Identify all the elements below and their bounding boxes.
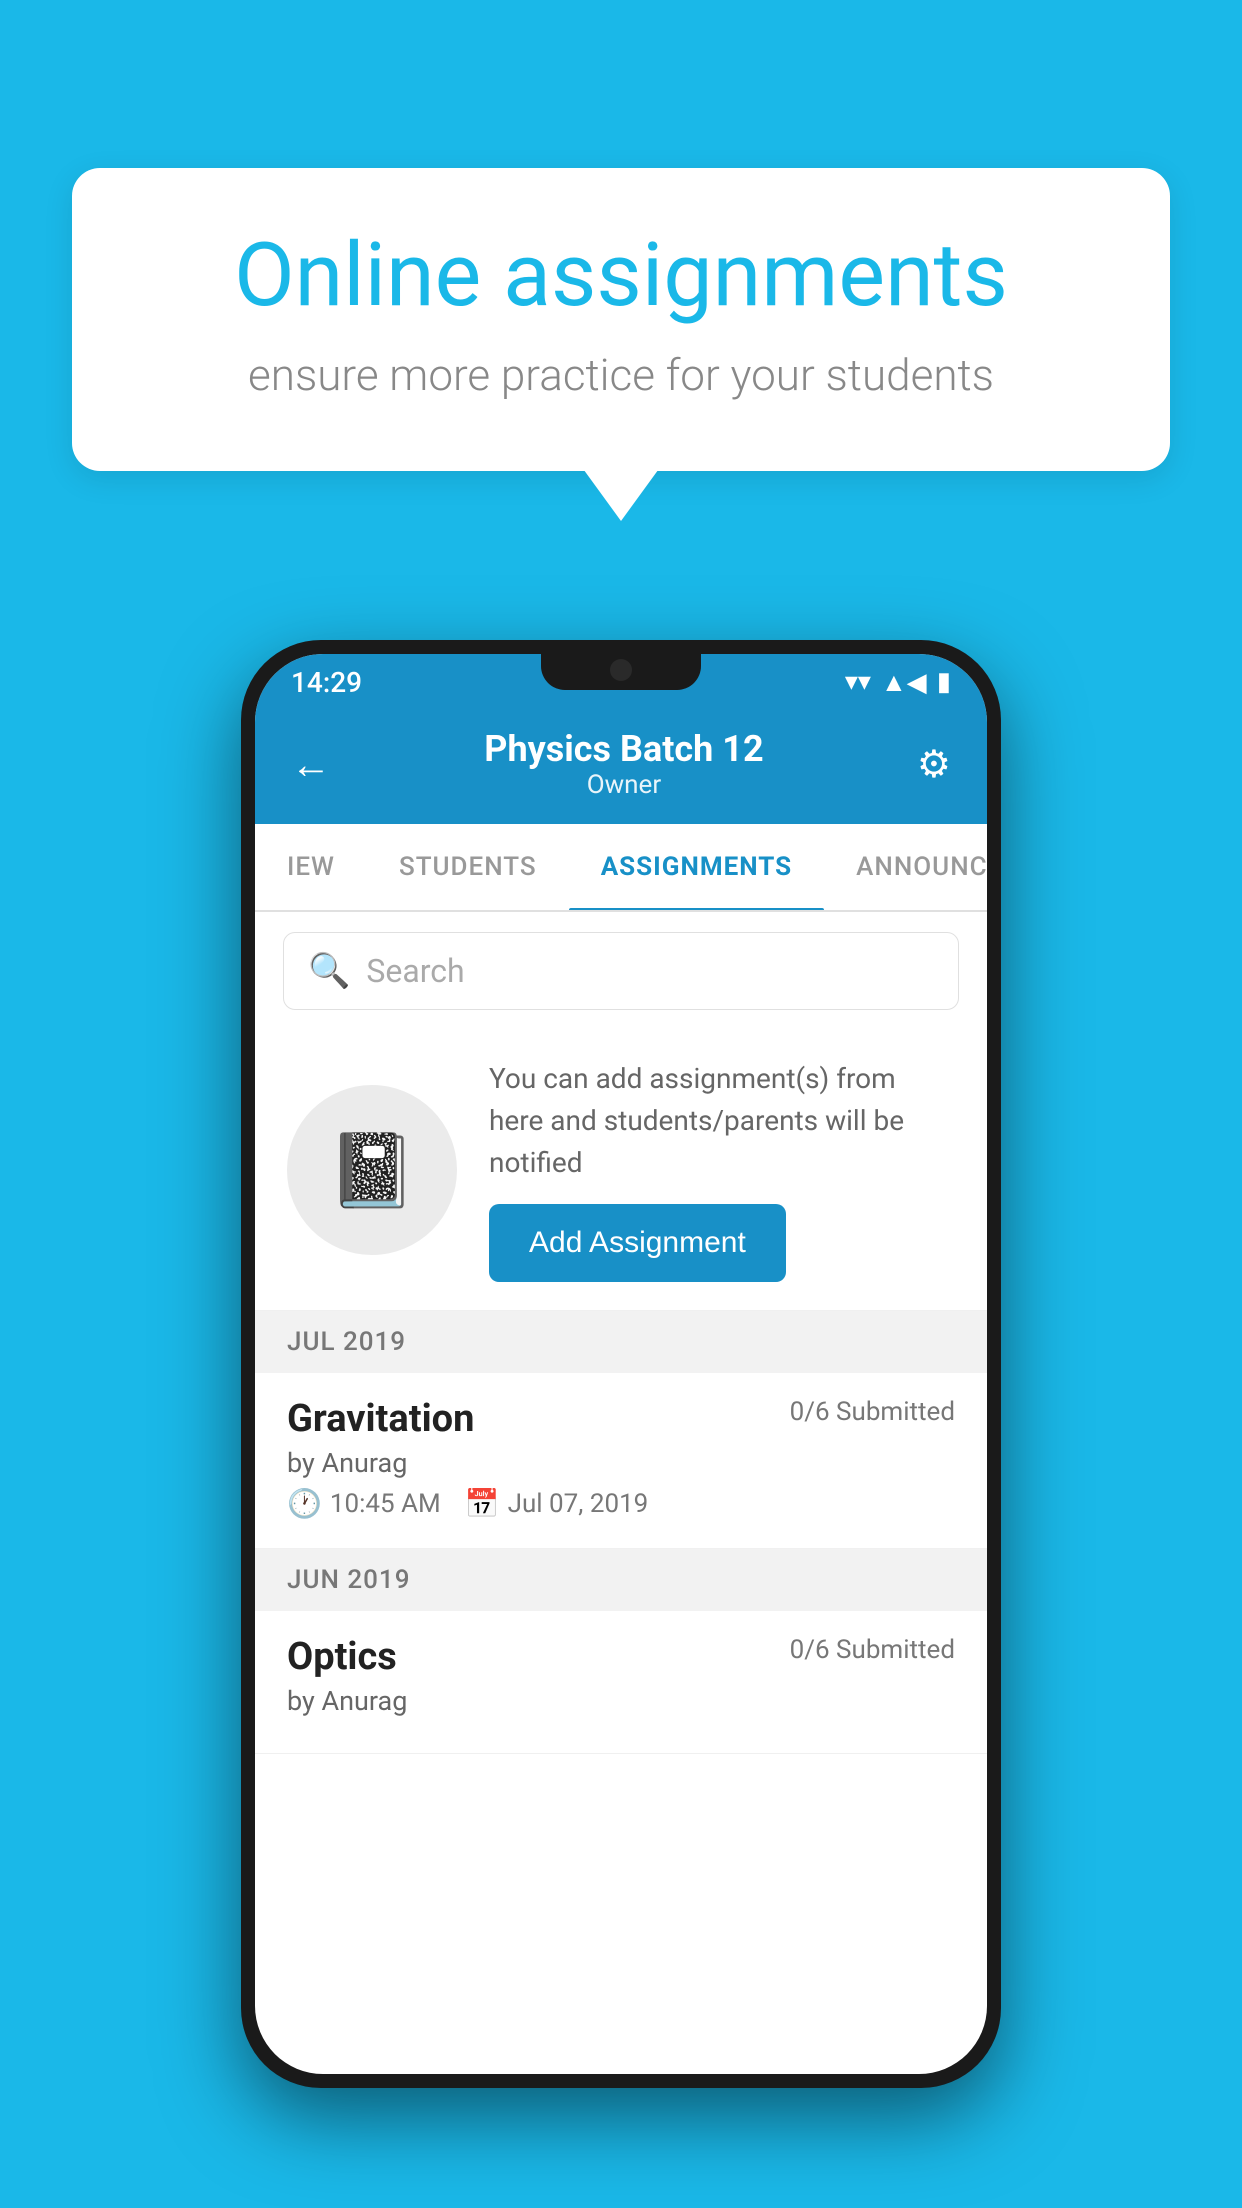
assignment-title-gravitation: Gravitation (287, 1397, 474, 1441)
search-box[interactable]: 🔍 Search (283, 932, 959, 1010)
speech-bubble: Online assignments ensure more practice … (72, 168, 1170, 471)
search-placeholder: Search (366, 952, 464, 990)
tab-assignments[interactable]: ASSIGNMENTS (569, 824, 824, 910)
assignment-top: Gravitation 0/6 Submitted (287, 1397, 955, 1441)
header-title: Physics Batch 12 (484, 728, 763, 770)
wifi-icon: ▾▾ (845, 667, 871, 697)
header-subtitle: Owner (484, 770, 763, 800)
section-header-jun: JUN 2019 (255, 1549, 987, 1611)
section-header-jul: JUL 2019 (255, 1311, 987, 1373)
add-assignment-button[interactable]: Add Assignment (489, 1204, 786, 1282)
section-label-jun: JUN 2019 (287, 1565, 410, 1595)
assignment-submitted-optics: 0/6 Submitted (790, 1635, 955, 1665)
app-header: ← Physics Batch 12 Owner ⚙ (255, 710, 987, 824)
assignment-meta-gravitation: 🕐 10:45 AM 📅 Jul 07, 2019 (287, 1487, 955, 1520)
info-card: 📓 You can add assignment(s) from here an… (255, 1030, 987, 1311)
settings-button[interactable]: ⚙ (917, 742, 951, 787)
section-label-jul: JUL 2019 (287, 1327, 406, 1357)
status-time: 14:29 (291, 666, 362, 699)
speech-bubble-container: Online assignments ensure more practice … (72, 168, 1170, 471)
speech-bubble-subtitle: ensure more practice for your students (152, 349, 1090, 401)
tab-iew[interactable]: IEW (255, 824, 367, 910)
assignment-title-optics: Optics (287, 1635, 397, 1679)
assignment-author-gravitation: by Anurag (287, 1447, 955, 1479)
assignment-time-gravitation: 🕐 10:45 AM (287, 1487, 441, 1520)
speech-bubble-title: Online assignments (152, 228, 1090, 325)
assignment-item-optics[interactable]: Optics 0/6 Submitted by Anurag (255, 1611, 987, 1754)
tab-students[interactable]: STUDENTS (367, 824, 569, 910)
notebook-icon: 📓 (327, 1128, 417, 1213)
battery-icon: ▮ (937, 667, 951, 697)
status-icons: ▾▾ ▲◀ ▮ (845, 667, 951, 698)
clock-icon: 🕐 (287, 1487, 322, 1520)
phone-outer: 14:29 ▾▾ ▲◀ ▮ ← Physics Batch 12 Owner ⚙… (241, 640, 1001, 2088)
assignment-icon-circle: 📓 (287, 1085, 457, 1255)
tab-announcements[interactable]: ANNOUNCEM (824, 824, 987, 910)
info-text-area: You can add assignment(s) from here and … (489, 1058, 955, 1282)
phone-camera (610, 659, 632, 681)
assignment-author-optics: by Anurag (287, 1685, 955, 1717)
search-container: 🔍 Search (255, 912, 987, 1030)
calendar-icon: 📅 (465, 1487, 500, 1520)
assignment-date-gravitation: 📅 Jul 07, 2019 (465, 1487, 649, 1520)
time-value: 10:45 AM (330, 1489, 441, 1519)
signal-icon: ▲◀ (881, 667, 927, 698)
tabs-bar: IEW STUDENTS ASSIGNMENTS ANNOUNCEM (255, 824, 987, 912)
assignment-item-gravitation[interactable]: Gravitation 0/6 Submitted by Anurag 🕐 10… (255, 1373, 987, 1549)
back-button[interactable]: ← (291, 741, 331, 788)
search-icon: 🔍 (308, 951, 350, 991)
assignment-submitted-gravitation: 0/6 Submitted (790, 1397, 955, 1427)
phone-notch (541, 654, 701, 690)
header-title-area: Physics Batch 12 Owner (484, 728, 763, 800)
phone-wrapper: 14:29 ▾▾ ▲◀ ▮ ← Physics Batch 12 Owner ⚙… (241, 640, 1001, 2088)
info-description: You can add assignment(s) from here and … (489, 1058, 955, 1184)
assignment-top-optics: Optics 0/6 Submitted (287, 1635, 955, 1679)
date-value: Jul 07, 2019 (508, 1489, 649, 1519)
phone-screen: 14:29 ▾▾ ▲◀ ▮ ← Physics Batch 12 Owner ⚙… (255, 654, 987, 2074)
